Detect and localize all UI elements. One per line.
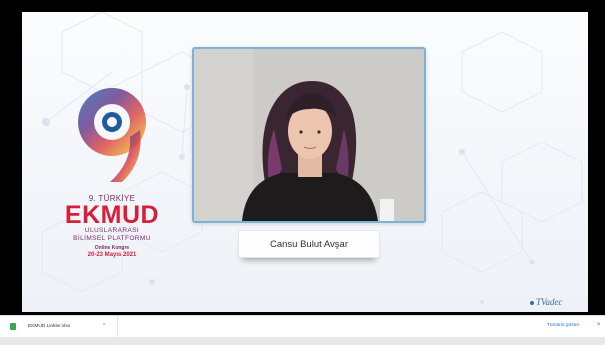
download-item[interactable]: EKMUD Linkler.xlsx ^ bbox=[0, 315, 118, 338]
show-all-downloads-link[interactable]: Tümünü göster bbox=[547, 323, 579, 328]
speaker-video bbox=[192, 47, 426, 223]
brand-watermark: TVadec bbox=[530, 297, 563, 307]
brand-dot-icon bbox=[530, 300, 534, 305]
speaker-nameplate: Cansu Bulut Avşar bbox=[238, 230, 380, 258]
download-file-name: EKMUD Linkler.xlsx bbox=[28, 324, 71, 329]
spreadsheet-file-icon bbox=[10, 323, 16, 330]
speaker-name: Cansu Bulut Avşar bbox=[270, 238, 348, 250]
screen: 9. TÜRKİYE EKMUD ULUSLARARASI BİLİMSEL P… bbox=[0, 0, 605, 345]
nine-emblem-icon bbox=[78, 88, 146, 182]
download-bar: EKMUD Linkler.xlsx ^ Tümünü göster × bbox=[0, 315, 605, 338]
logo-title: EKMUD bbox=[64, 201, 160, 229]
chevron-up-icon[interactable]: ^ bbox=[103, 323, 105, 329]
ekmud-logo: 9. TÜRKİYE EKMUD ULUSLARARASI BİLİMSEL P… bbox=[52, 82, 172, 282]
logo-dates: 20-23 Mayıs 2021 bbox=[87, 252, 137, 258]
close-icon[interactable]: × bbox=[597, 322, 601, 328]
logo-subtitle-2: BİLİMSEL PLATFORMU bbox=[73, 235, 151, 242]
speaker-video-image bbox=[194, 49, 424, 221]
logo-online-label: Online Kongre bbox=[94, 245, 130, 251]
brand-text: TVadec bbox=[536, 297, 563, 307]
bottom-strip bbox=[0, 337, 605, 345]
